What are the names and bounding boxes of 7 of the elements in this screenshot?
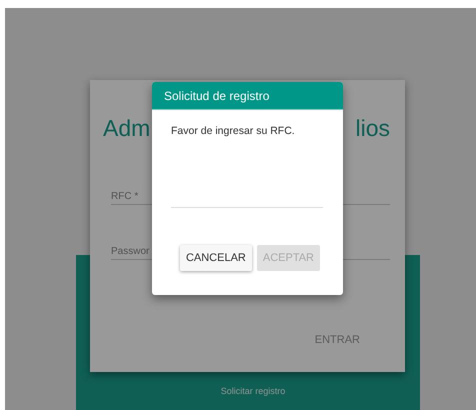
login-button[interactable]: ENTRAR	[310, 332, 364, 348]
dialog-title: Solicitud de registro	[164, 88, 270, 102]
dialog-message: Favor de ingresar su RFC.	[171, 125, 296, 137]
dialog-button[interactable]: CANCELAR	[180, 245, 252, 271]
register-link[interactable]: Solicitar registro	[220, 386, 286, 396]
page-title: lios	[355, 114, 390, 143]
page-title: Adm	[103, 114, 150, 143]
